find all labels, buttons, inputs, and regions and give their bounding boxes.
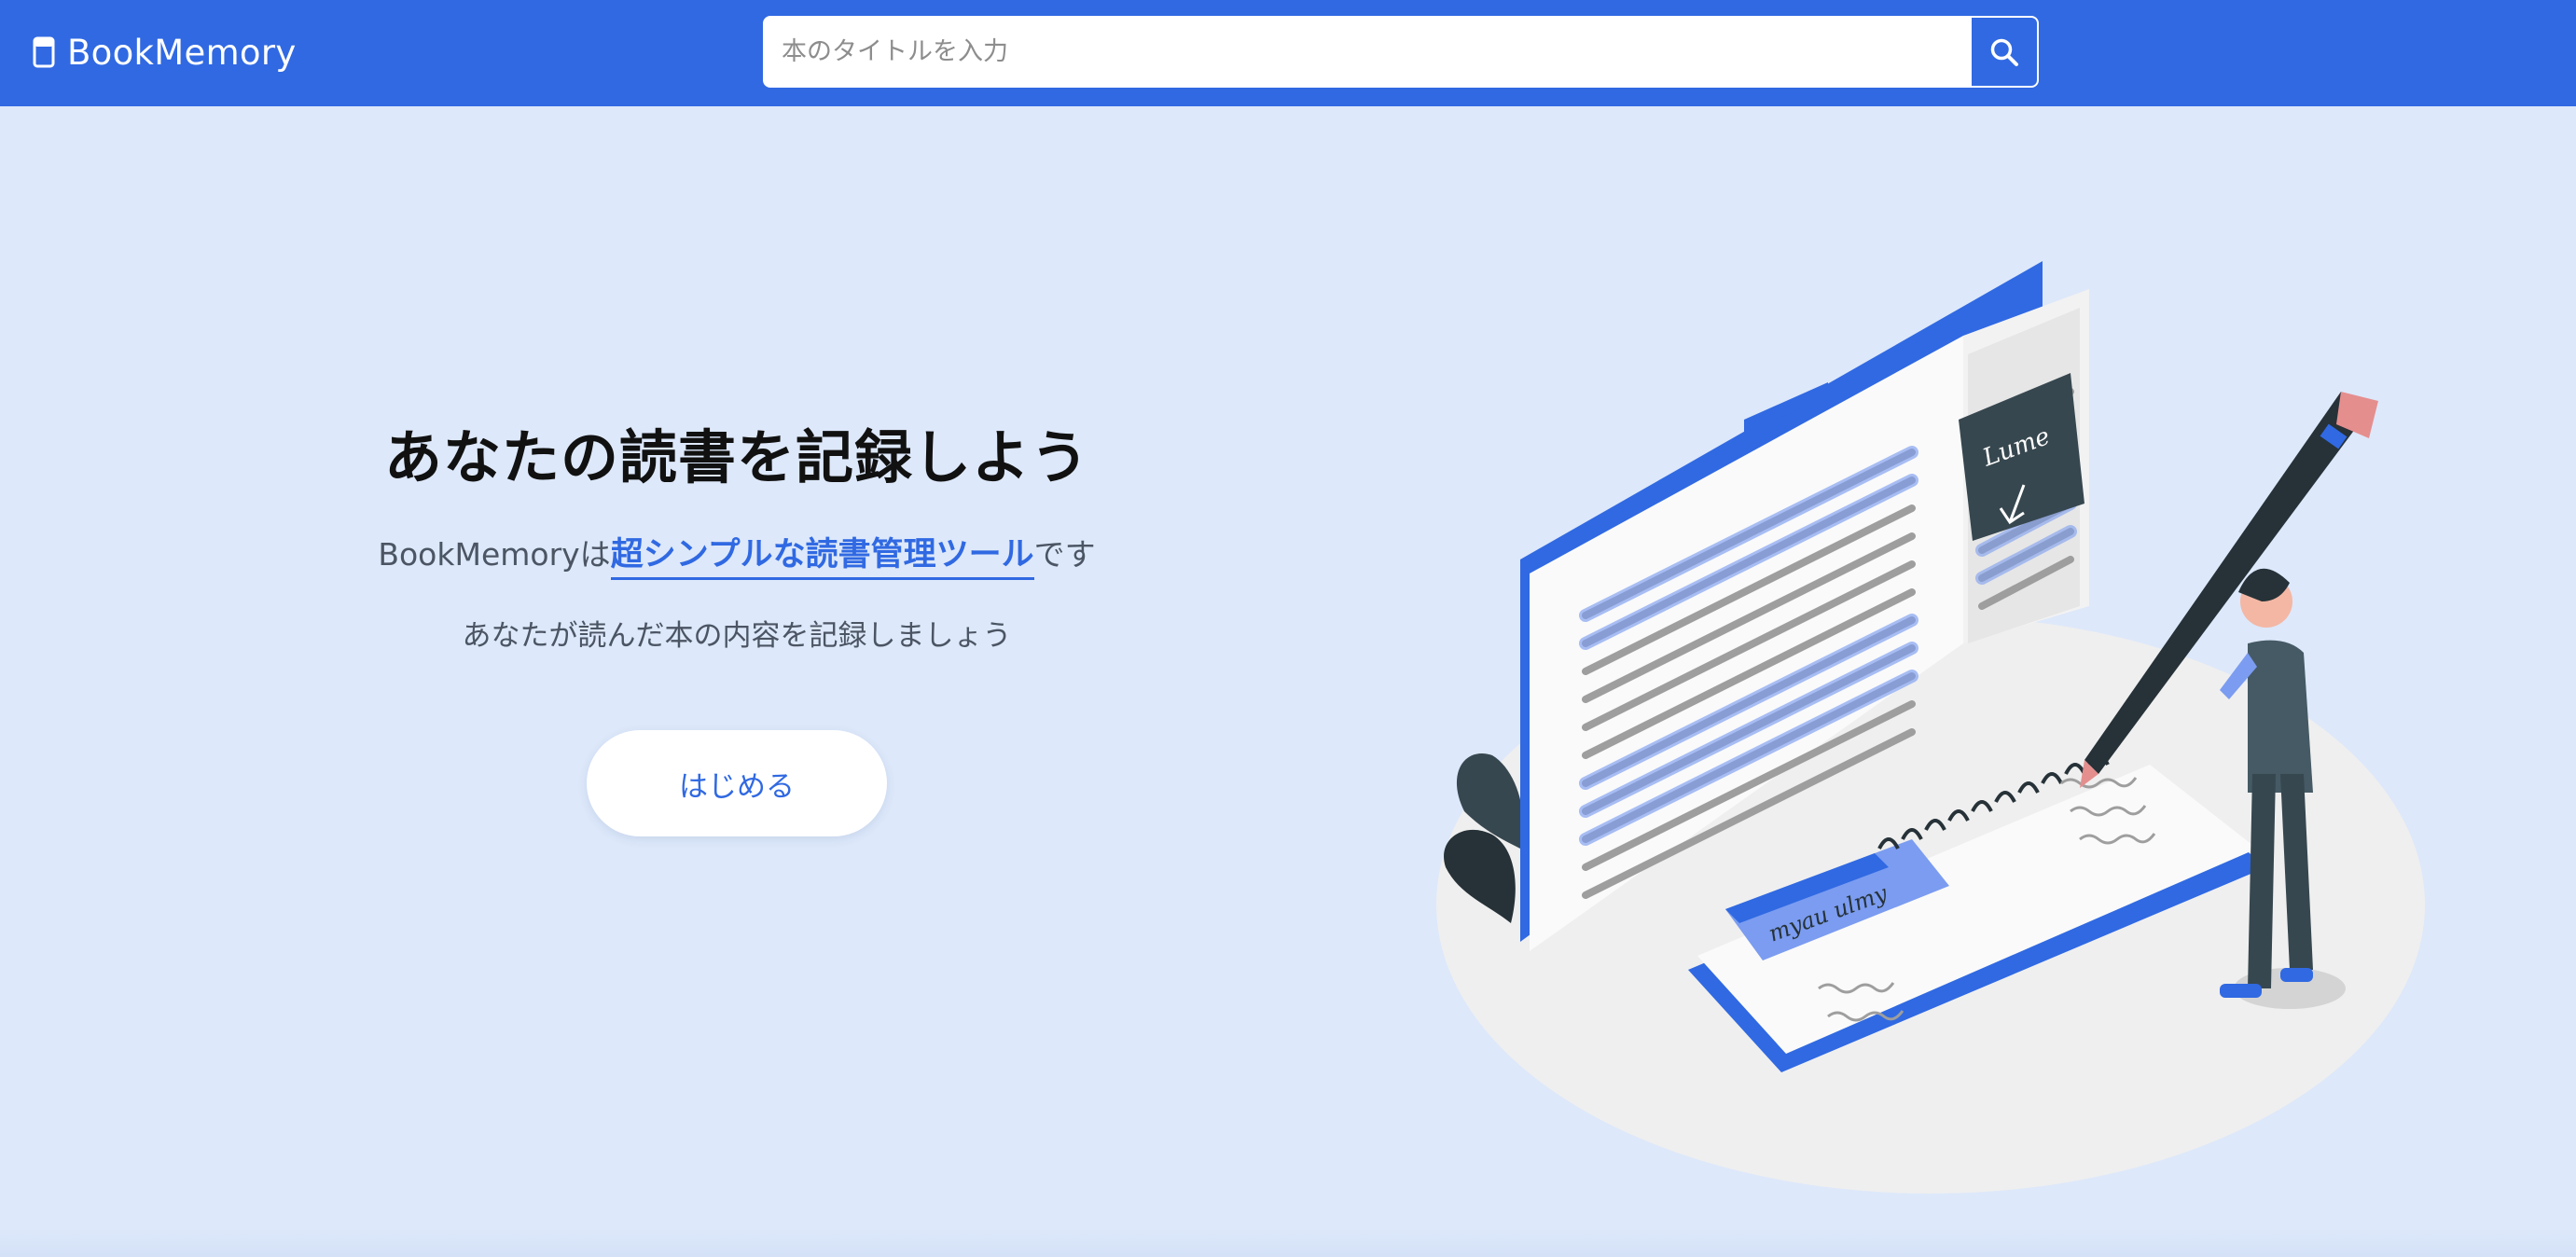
search-icon [1990, 38, 2018, 66]
search-button[interactable] [1970, 16, 2039, 88]
navbar: BookMemory [0, 0, 2576, 106]
reading-illustration: Lume myau ulmy [1436, 261, 2425, 1194]
hero-text: あなたの読書を記録しよう BookMemoryは 超シンプルな読書管理ツール です … [354, 410, 1119, 836]
hero-subtitle: BookMemoryは 超シンプルな読書管理ツール です [378, 528, 1096, 580]
brand-name: BookMemory [67, 32, 297, 73]
search-bar [763, 16, 2039, 88]
hero-title: あなたの読書を記録しよう [383, 423, 1089, 491]
book-icon [33, 36, 55, 68]
hero-description: あなたが読んだ本の内容を記録しましょう [462, 619, 1012, 653]
subtitle-highlight: 超シンプルな読書管理ツール [610, 528, 1034, 580]
subtitle-suffix: です [1033, 536, 1096, 573]
bottom-fade [0, 1229, 2576, 1257]
brand-logo[interactable]: BookMemory [32, 28, 297, 76]
search-input[interactable] [763, 16, 1970, 88]
start-button[interactable]: はじめる [587, 730, 887, 836]
subtitle-prefix: BookMemoryは [378, 536, 611, 573]
